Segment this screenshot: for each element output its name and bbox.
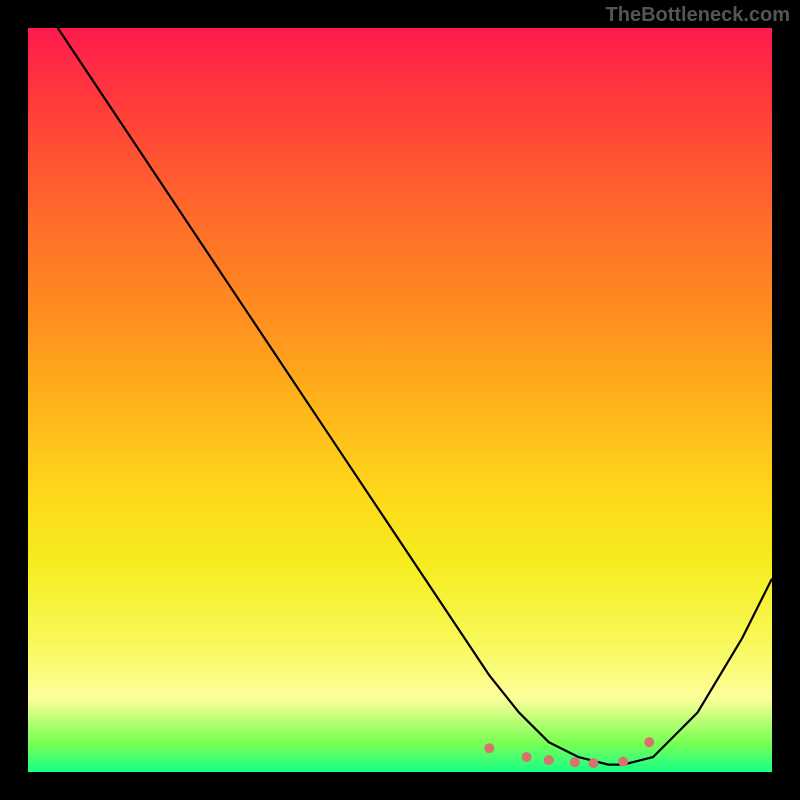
chart-marker-dot <box>484 743 494 753</box>
watermark-text: TheBottleneck.com <box>606 4 790 27</box>
chart-marker-dot <box>644 737 654 747</box>
chart-marker-dot <box>570 757 580 767</box>
chart-plot-area <box>28 28 772 772</box>
chart-marker-dot <box>522 752 532 762</box>
chart-marker-dot <box>588 758 598 768</box>
chart-svg <box>28 28 772 772</box>
chart-curve-line <box>58 28 772 765</box>
chart-marker-dot <box>544 755 554 765</box>
chart-marker-dot <box>618 757 628 767</box>
